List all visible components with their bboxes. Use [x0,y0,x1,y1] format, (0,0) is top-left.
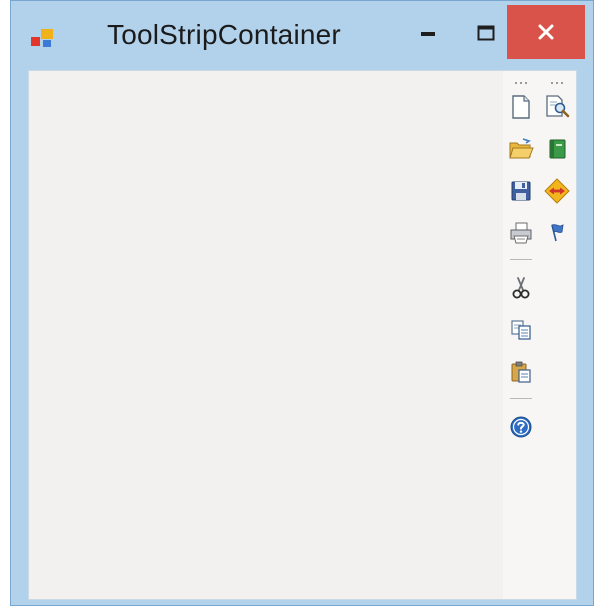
close-icon [538,24,554,40]
diamond-arrows-icon [544,178,570,204]
print-button[interactable] [505,217,537,249]
help-button[interactable] [505,411,537,443]
window-title: ToolStripContainer [107,19,341,50]
flag-button[interactable] [541,217,573,249]
toolstrip-grip[interactable] [541,79,573,87]
diamond-button[interactable] [541,175,573,207]
toolstrip-grip[interactable] [505,79,537,87]
toolstrip-separator [510,259,532,260]
window: ToolStripContainer [10,0,594,606]
copy-button[interactable] [505,314,537,346]
document-search-icon [546,95,570,118]
minimize-icon [421,32,435,36]
title-bar[interactable]: ToolStripContainer [11,1,593,69]
maximize-icon [477,25,495,41]
toolstrip-extra [541,79,573,259]
save-button[interactable] [505,175,537,207]
paste-button[interactable] [505,356,537,388]
help-icon [510,416,532,438]
toolstrip-separator [510,398,532,399]
content-panel [29,71,503,599]
app-icon[interactable] [29,27,55,49]
right-tool-strip-panel [503,71,576,599]
maximize-button[interactable] [461,7,511,59]
copy-icon [511,320,531,340]
save-disk-icon [511,181,531,201]
document-search-button[interactable] [541,91,573,123]
cut-scissors-icon [512,277,530,299]
cut-button[interactable] [505,272,537,304]
print-icon [510,222,532,244]
new-button[interactable] [505,91,537,123]
paste-icon [511,361,531,383]
book-button[interactable] [541,133,573,165]
green-book-icon [549,139,566,159]
open-button[interactable] [505,133,537,165]
new-document-icon [512,95,530,119]
toolstrip-standard [505,79,537,453]
close-button[interactable] [507,5,585,59]
open-folder-icon [509,138,534,159]
blue-flag-icon [551,224,564,242]
minimize-button[interactable] [403,7,453,59]
tool-strip-container [28,70,577,600]
